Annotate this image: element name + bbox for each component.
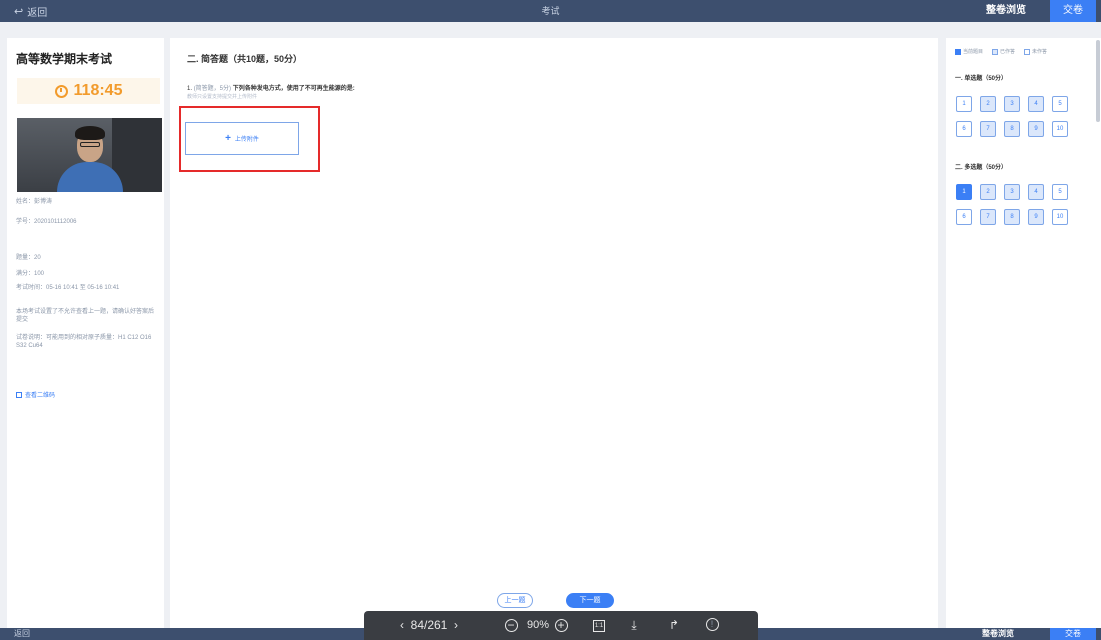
legend-unanswered: 未作答 xyxy=(1024,48,1047,55)
upload-attachment-button[interactable]: + 上传附件 xyxy=(185,122,299,155)
answer-cell[interactable]: 6 xyxy=(956,209,972,225)
full-preview-button[interactable]: 整卷浏览 xyxy=(982,4,1030,18)
download-icon[interactable]: ⤓ xyxy=(624,611,644,640)
legend-current: 当前题目 xyxy=(955,48,983,55)
page-title: 考试 xyxy=(541,6,560,16)
back-label: 返回 xyxy=(27,7,48,19)
zoom-out-icon[interactable]: − xyxy=(502,611,520,640)
submit-button[interactable]: 交卷 xyxy=(1050,0,1096,22)
page-indicator: 84/261 xyxy=(410,618,448,632)
answer-cell-current[interactable]: 1 xyxy=(956,184,972,200)
webcam-feed xyxy=(17,118,162,192)
answer-cell[interactable]: 10 xyxy=(1052,209,1068,225)
answer-cell[interactable]: 3 xyxy=(1004,96,1020,112)
timer-value: 118:45 xyxy=(73,82,123,99)
answer-cell[interactable]: 2 xyxy=(980,96,996,112)
answer-cell[interactable]: 9 xyxy=(1028,121,1044,137)
qr-code-link[interactable]: 查看二维码 xyxy=(16,390,55,399)
plus-icon: + xyxy=(225,133,231,144)
candidate-id: 学号：2020101112006 xyxy=(16,219,77,225)
answer-cell[interactable]: 9 xyxy=(1028,209,1044,225)
status-legend: 当前题目 已作答 未作答 xyxy=(955,48,1047,55)
bottom-back-button[interactable]: 返回 xyxy=(14,628,30,640)
answer-cell[interactable]: 6 xyxy=(956,121,972,137)
total-score: 满分：100 xyxy=(16,271,45,277)
info-icon[interactable]: ! xyxy=(702,611,722,640)
question-count: 题量：20 xyxy=(16,255,41,261)
rotate-icon[interactable]: ↱ xyxy=(664,611,684,640)
answer-cell[interactable]: 2 xyxy=(980,184,996,200)
section-title: 二. 简答题（共10题，50分） xyxy=(187,54,303,64)
next-question-button[interactable]: 下一题 xyxy=(566,593,614,608)
answer-cell[interactable]: 4 xyxy=(1028,184,1044,200)
exam-instructions: 试卷说明：可能用到的相对原子质量：H1 C12 O16 S32 Cu64 xyxy=(16,335,152,349)
left-panel: 高等数学期末考试 118:45 姓名：彭博涛 学号：2020101112006 … xyxy=(7,38,164,628)
answer-cell[interactable]: 8 xyxy=(1004,209,1020,225)
qr-link-label: 查看二维码 xyxy=(25,393,56,399)
answer-grid-multi: 1 2 3 4 5 6 7 8 9 10 xyxy=(956,184,1068,225)
answer-cell[interactable]: 4 xyxy=(1028,96,1044,112)
answer-cell[interactable]: 7 xyxy=(980,121,996,137)
answer-cell[interactable]: 3 xyxy=(1004,184,1020,200)
question-hint: 教师只设置支持提交并上传附件 xyxy=(187,94,258,100)
bottom-submit-button[interactable]: 交卷 xyxy=(1050,628,1096,640)
answer-cell[interactable]: 5 xyxy=(1052,96,1068,112)
question-stem: 1. (简答题，5分) 下列各种发电方式，使用了不可再生能源的是: xyxy=(187,83,355,92)
next-page-icon[interactable]: › xyxy=(454,618,458,632)
question-type-tag: (简答题，5分) xyxy=(193,86,232,92)
answer-card: 当前题目 已作答 未作答 一. 单选题（50分） 1 2 3 4 5 6 7 8… xyxy=(946,38,1101,628)
exam-notice: 本场考试设置了不允许查看上一题，请确认好答案后提交 xyxy=(16,309,155,323)
answer-cell[interactable]: 1 xyxy=(956,96,972,112)
upload-label: 上传附件 xyxy=(234,137,259,143)
answer-card-scrollbar[interactable] xyxy=(1096,40,1100,122)
clock-icon xyxy=(54,84,68,98)
bottom-preview-button[interactable]: 整卷浏览 xyxy=(982,628,1014,640)
back-arrow-icon: ↩ xyxy=(14,5,24,18)
countdown-timer: 118:45 xyxy=(17,78,160,104)
person-hair xyxy=(75,126,105,140)
zoom-in-icon[interactable]: + xyxy=(552,611,570,640)
legend-answered: 已作答 xyxy=(992,48,1015,55)
qr-code-icon xyxy=(16,391,22,398)
exam-title: 高等数学期末考试 xyxy=(16,52,113,66)
candidate-name: 姓名：彭博涛 xyxy=(16,199,53,205)
answer-cell[interactable]: 8 xyxy=(1004,121,1020,137)
top-bar: ↩ 返回 考试 整卷浏览 交卷 xyxy=(0,0,1101,22)
question-number: 1. xyxy=(187,86,193,92)
prev-question-button[interactable]: 上一题 xyxy=(497,593,533,608)
prev-page-icon[interactable]: ‹ xyxy=(400,618,404,632)
back-button[interactable]: ↩ 返回 xyxy=(14,0,47,22)
page-navigator[interactable]: ‹ 84/261 › xyxy=(384,611,474,640)
group-title-single: 一. 单选题（50分） xyxy=(955,76,1008,82)
answer-cell[interactable]: 5 xyxy=(1052,184,1068,200)
group-title-multi: 二. 多选题（50分） xyxy=(955,165,1008,171)
question-text: 下列各种发电方式，使用了不可再生能源的是: xyxy=(232,86,355,92)
exam-time: 考试时间：05-16 10:41 至 05-16 10:41 xyxy=(16,285,120,291)
answer-grid-single: 1 2 3 4 5 6 7 8 9 10 xyxy=(956,96,1068,137)
actual-size-icon[interactable]: 1:1 xyxy=(590,611,608,640)
viewer-toolbar: ‹ 84/261 › − 90% + 1:1 ⤓ ↱ ! xyxy=(364,611,758,640)
person-glasses xyxy=(80,142,100,147)
question-panel: 二. 简答题（共10题，50分） 1. (简答题，5分) 下列各种发电方式，使用… xyxy=(170,38,938,628)
answer-cell[interactable]: 10 xyxy=(1052,121,1068,137)
zoom-level: 90% xyxy=(526,619,550,631)
answer-cell[interactable]: 7 xyxy=(980,209,996,225)
